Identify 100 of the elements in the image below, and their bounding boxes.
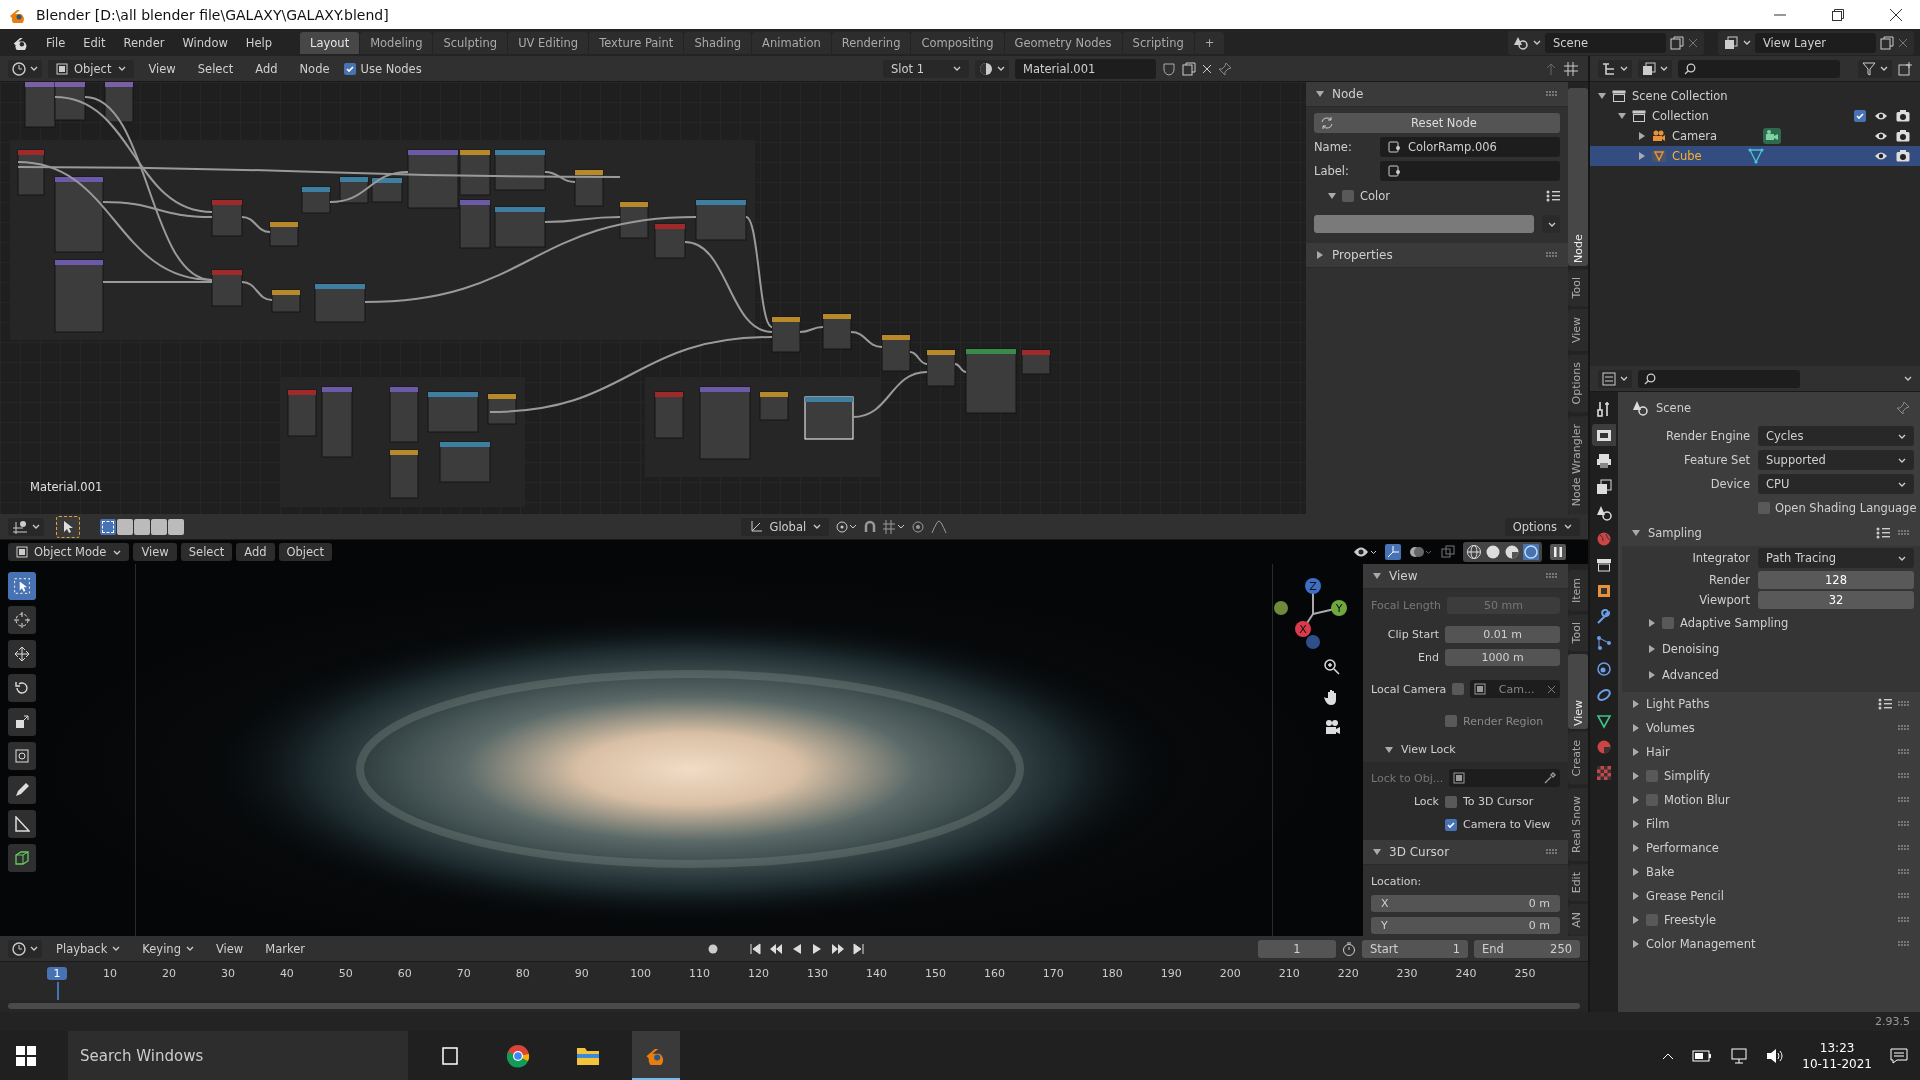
clock-time[interactable]: 13:23 [1819,1039,1855,1056]
menu-item[interactable]: Add [236,543,275,561]
mode-dropdown[interactable]: Object Mode [8,543,130,561]
workspace-tab[interactable]: Sculpting [433,31,508,54]
panel-title[interactable]: Film [1646,817,1670,831]
object-type-dropdown[interactable]: Object [48,59,135,78]
menu-item[interactable]: Playback [48,938,129,959]
panel-title[interactable]: View [1389,569,1418,583]
panel-title[interactable]: Volumes [1646,721,1695,735]
dropdown[interactable]: Path Tracing [1758,548,1914,568]
panel-title[interactable]: Grease Pencil [1646,889,1724,903]
sidebar-tab[interactable]: Real Snow [1568,788,1588,861]
sidebar-tab[interactable]: View [1568,654,1588,730]
subpanel-title[interactable]: Color [1360,189,1391,203]
workspace-tab[interactable]: Layout [300,31,360,54]
checkbox-label[interactable]: Use Nodes [360,61,422,76]
add-workspace-button[interactable]: + [1194,31,1225,54]
outliner-item-label[interactable]: Camera [1672,129,1718,143]
panel-title[interactable]: Hair [1646,745,1670,759]
sidebar-tab[interactable]: AN [1568,904,1588,936]
view-layer-name-field[interactable]: View Layer [1755,32,1876,53]
workspace-tab[interactable]: Geometry Nodes [1004,31,1122,54]
samples-field[interactable]: 32 [1758,591,1914,609]
view-layer-selector[interactable]: View Layer [1718,30,1914,55]
panel-title[interactable]: Properties [1332,248,1393,262]
panel-title[interactable]: Motion Blur [1664,793,1730,807]
sidebar-tab[interactable]: View [1568,309,1588,352]
sidebar-tab[interactable]: Edit [1568,863,1588,902]
sidebar-tab[interactable]: Options [1568,354,1588,413]
menu-item[interactable]: Window [174,32,236,53]
menu-item[interactable]: Object [278,543,332,561]
samples-field[interactable]: 128 [1758,571,1914,589]
menu-item[interactable]: Select [189,58,242,79]
subpanel-title[interactable]: Advanced [1662,668,1719,682]
panel-title[interactable]: Light Paths [1646,697,1710,711]
workspace-tab[interactable]: Texture Paint [589,31,684,54]
panel-title[interactable]: Bake [1646,865,1675,879]
sidebar-tab[interactable]: Item [1568,570,1588,612]
orientation-dropdown[interactable]: Global [741,517,830,536]
workspace-tab[interactable]: UV Editing [508,31,589,54]
menu-item[interactable]: Marker [257,938,313,959]
menu-item[interactable]: Help [237,32,281,53]
dropdown[interactable]: Supported [1758,450,1914,470]
subpanel-title[interactable]: Denoising [1662,642,1720,656]
dropdown[interactable]: CPU [1758,474,1914,494]
reset-node-button[interactable]: Reset Node [1314,113,1560,133]
clip-field[interactable]: 1000 m [1445,649,1560,666]
options-dropdown[interactable]: Options [1504,517,1580,536]
subpanel-title[interactable]: View Lock [1401,743,1456,756]
panel-title[interactable]: Node [1332,87,1364,101]
panel-title[interactable]: 3D Cursor [1389,845,1450,859]
coordinate-field[interactable]: Y 0 m [1371,917,1560,934]
workspace-tab[interactable]: Modeling [360,31,433,54]
sidebar-tab[interactable]: Create [1568,732,1588,786]
outliner-item-label[interactable]: Collection [1652,109,1709,123]
current-frame-indicator[interactable]: 1 [47,967,67,980]
checkbox-label[interactable]: To 3D Cursor [1463,795,1534,808]
workspace-tab[interactable]: Shading [684,31,752,54]
menu-item[interactable]: Render [115,32,173,53]
menu-item[interactable]: View [140,58,184,79]
menu-item[interactable]: View [207,938,252,959]
camera-field[interactable]: Cam... [1470,680,1560,698]
dropdown[interactable]: Cycles [1758,426,1914,446]
outliner-item-label[interactable]: Cube [1672,149,1702,163]
sidebar-tab[interactable]: Node Wrangler [1568,415,1588,514]
coordinate-field[interactable]: X 0 m [1371,895,1560,912]
workspace-tab[interactable]: Scripting [1122,31,1194,54]
current-frame-field[interactable]: 1 [1258,939,1336,958]
workspace-tab[interactable]: Animation [752,31,831,54]
clock-date[interactable]: 10-11-2021 [1802,1055,1872,1072]
outliner-row[interactable]: Camera [1590,126,1920,146]
checkbox-label[interactable]: Open Shading Language [1775,501,1917,515]
material-name-field[interactable]: Material.001 [1015,58,1156,79]
end-frame-field[interactable]: End 250 [1474,939,1580,958]
menu-item[interactable]: Add [247,58,286,79]
workspace-tab[interactable]: Compositing [911,31,1004,54]
outliner-row[interactable]: Collection [1590,106,1920,126]
start-frame-field[interactable]: Start 1 [1362,939,1468,958]
menu-item[interactable]: Select [180,543,233,561]
clip-field[interactable]: 0.01 m [1445,626,1560,643]
menu-item[interactable]: Keying [134,938,202,959]
checkbox-label[interactable]: Render Region [1463,714,1544,728]
axis-handle[interactable]: Z [1305,578,1321,594]
panel-title[interactable]: Freestyle [1664,913,1716,927]
panel-title[interactable]: Performance [1646,841,1719,855]
panel-title[interactable]: Sampling [1648,526,1702,540]
sidebar-tab[interactable]: Tool [1568,268,1588,307]
axis-handle[interactable]: X [1295,621,1311,637]
axis-handle[interactable]: Y [1331,600,1347,616]
sidebar-tab[interactable]: Node [1568,88,1588,266]
scene-name-field[interactable]: Scene [1545,32,1666,53]
menu-item[interactable]: View [133,543,177,561]
scene-selector[interactable]: Scene [1508,30,1704,55]
outliner-row[interactable]: Cube [1590,146,1920,166]
menu-item[interactable]: File [38,32,74,53]
menu-item[interactable]: Node [291,58,338,79]
menu-item[interactable]: Edit [75,32,114,53]
panel-title[interactable]: Color Management [1646,937,1756,951]
name-field[interactable]: ColorRamp.006 [1380,137,1560,157]
outliner-row[interactable]: Scene Collection [1590,86,1920,106]
